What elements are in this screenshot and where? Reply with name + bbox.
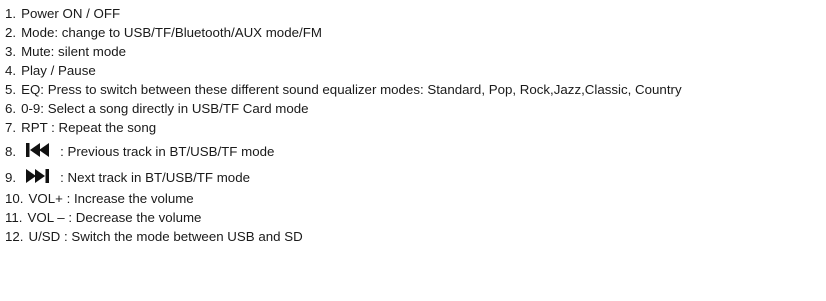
list-item: 11. VOL – : Decrease the volume xyxy=(5,208,823,227)
list-item: 7. RPT : Repeat the song xyxy=(5,118,823,137)
list-item: 8. : Previous track in BT/USB/TF mode xyxy=(5,141,823,163)
list-item: 1. Power ON / OFF xyxy=(5,4,823,23)
item-number: 5. xyxy=(5,82,17,97)
item-text: Play / Pause xyxy=(21,63,96,78)
item-text: Power ON / OFF xyxy=(21,6,121,21)
item-text: EQ: Press to switch between these differ… xyxy=(21,82,682,97)
list-item: 4. Play / Pause xyxy=(5,61,823,80)
item-number: 7. xyxy=(5,120,17,135)
list-item: 6. 0-9: Select a song directly in USB/TF … xyxy=(5,99,823,118)
list-item: 5. EQ: Press to switch between these diff… xyxy=(5,80,823,99)
item-number: 11. xyxy=(5,210,23,225)
list-item: 10. VOL+ : Increase the volume xyxy=(5,189,823,208)
item-text: Mode: change to USB/TF/Bluetooth/AUX mod… xyxy=(21,25,322,40)
next-track-icon xyxy=(26,169,52,184)
item-text: Mute: silent mode xyxy=(21,44,127,59)
item-text: RPT : Repeat the song xyxy=(21,120,157,135)
item-number: 6. xyxy=(5,101,17,116)
list-item: 12. U/SD : Switch the mode between USB an… xyxy=(5,227,823,246)
item-text: 0-9: Select a song directly in USB/TF Ca… xyxy=(21,101,309,116)
button-function-list: 1. Power ON / OFF 2. Mode: change to USB/T… xyxy=(5,4,823,246)
item-number: 4. xyxy=(5,63,17,78)
item-number: 10. xyxy=(5,191,24,206)
item-number: 9. xyxy=(5,170,17,185)
item-number: 12. xyxy=(5,229,24,244)
item-number: 2. xyxy=(5,25,17,40)
item-number: 8. xyxy=(5,144,17,159)
list-item: 9. : Next track in BT/USB/TF mode xyxy=(5,167,823,189)
list-item: 3. Mute: silent mode xyxy=(5,42,823,61)
list-item: 2. Mode: change to USB/TF/Bluetooth/AUX m… xyxy=(5,23,823,42)
item-text: : Next track in BT/USB/TF mode xyxy=(60,170,250,185)
item-number: 3. xyxy=(5,44,17,59)
item-text: VOL – : Decrease the volume xyxy=(27,210,202,225)
previous-track-icon xyxy=(26,143,52,158)
item-text: VOL+ : Increase the volume xyxy=(28,191,194,206)
item-number: 1. xyxy=(5,6,17,21)
item-text: U/SD : Switch the mode between USB and S… xyxy=(28,229,303,244)
item-text: : Previous track in BT/USB/TF mode xyxy=(60,144,275,159)
